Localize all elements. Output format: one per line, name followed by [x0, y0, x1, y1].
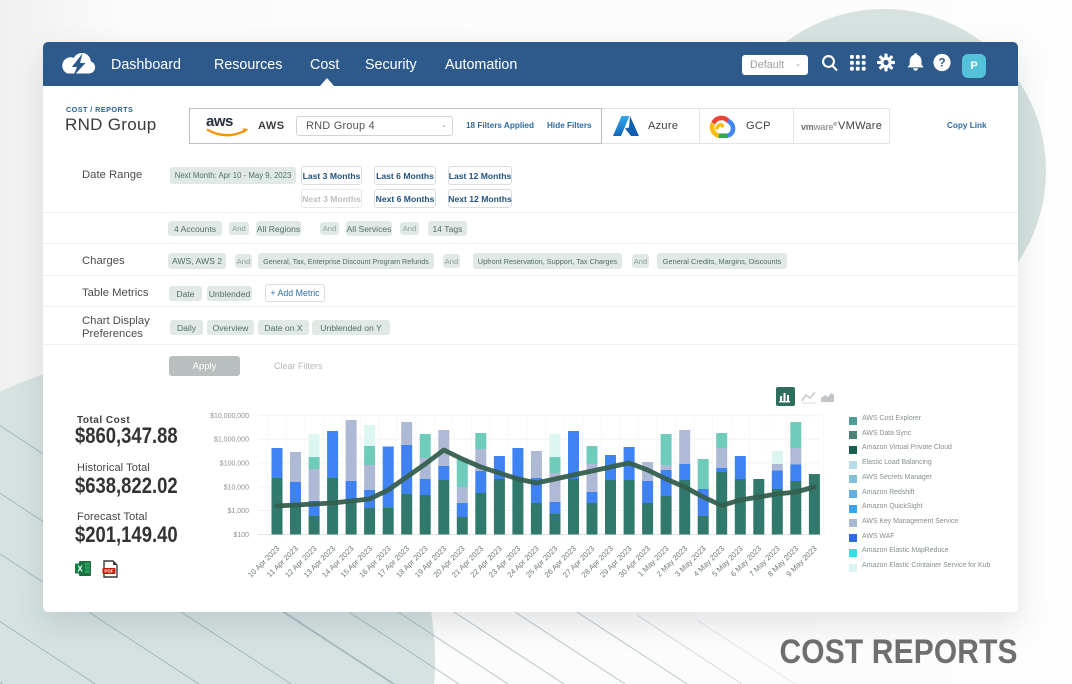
svg-text:$100: $100	[233, 532, 249, 539]
svg-text:$10,000: $10,000	[224, 484, 249, 491]
svg-text:$1,000,000: $1,000,000	[214, 437, 249, 444]
svg-text:$1,000: $1,000	[228, 508, 250, 515]
svg-text:$10,000,000: $10,000,000	[210, 413, 249, 420]
svg-text:$100,000: $100,000	[220, 461, 249, 468]
